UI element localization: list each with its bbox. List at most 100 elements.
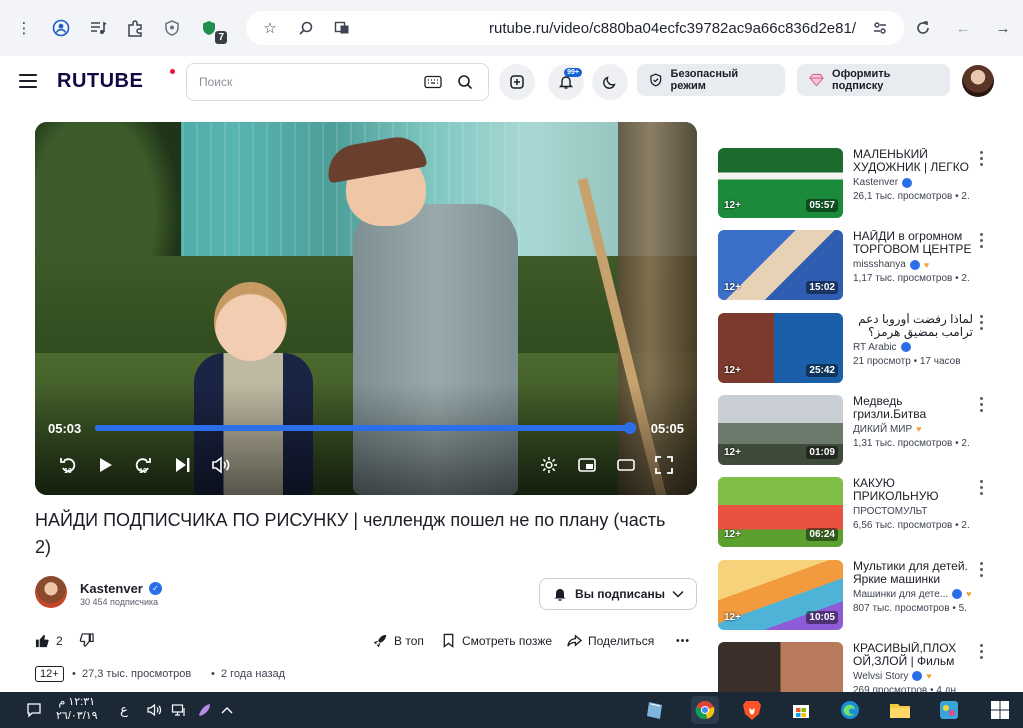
site-header: RUTUBE 99+ Безопасный режим Офо xyxy=(0,56,1023,110)
show-hidden-icons-chevron-up-icon[interactable] xyxy=(215,698,239,722)
start-button-windows-icon[interactable] xyxy=(986,696,1014,724)
extension-badge: 7 xyxy=(215,31,227,44)
recommendation-title[interactable]: Мультики для детей. Яркие машинки xyxy=(853,560,973,586)
recommendation-channel[interactable]: Welvsi Story ♥ xyxy=(853,671,932,682)
zoom-icon[interactable] xyxy=(292,14,320,42)
recommendation-title[interactable]: МАЛЕНЬКИЙ ХУДОЖНИК | ЛЕГКО ЛИ xyxy=(853,148,973,174)
recommendation-item[interactable]: 12+ 01:09 Медведь гризли.Битва медведей ДИК… xyxy=(718,394,1008,467)
back-arrow-icon[interactable]: ← xyxy=(949,14,977,42)
pen-tray-icon[interactable] xyxy=(192,698,216,722)
more-actions-button[interactable] xyxy=(675,633,690,648)
subscribe-button[interactable]: Вы подписаны xyxy=(539,578,697,610)
recommendation-title[interactable]: Медведь гризли.Битва медведей xyxy=(853,395,973,421)
shield-extension-icon[interactable] xyxy=(158,14,186,42)
to-top-button[interactable]: В топ xyxy=(373,633,424,648)
reload-icon[interactable] xyxy=(909,14,937,42)
channel-link[interactable]: Kastenver ✓ xyxy=(80,581,162,596)
recommendation-title[interactable]: КАКУЮ ПРИКОЛЬНУЮ ДОРОГУ xyxy=(853,477,973,503)
recommendation-thumbnail[interactable] xyxy=(718,641,843,692)
recommendation-channel[interactable]: ПРОСТОМУЛЬТ xyxy=(853,506,927,517)
adblock-extension-icon[interactable]: 7 xyxy=(195,14,227,44)
settings-button[interactable] xyxy=(536,452,562,478)
next-video-button[interactable] xyxy=(169,452,195,478)
site-settings-icon[interactable] xyxy=(866,14,894,42)
play-button[interactable] xyxy=(92,452,118,478)
system-clock[interactable]: ١٢:٣١ م ٢٦/٠٣/١٩ xyxy=(56,695,98,723)
rewind-10-button[interactable]: 10 xyxy=(55,452,81,478)
extensions-icon[interactable] xyxy=(121,14,149,42)
more-vertical-icon[interactable] xyxy=(976,478,986,496)
menu-dots-icon[interactable]: ⋮ xyxy=(10,14,38,42)
recommendation-channel[interactable]: RT Arabic xyxy=(853,342,911,353)
more-vertical-icon[interactable] xyxy=(976,231,986,249)
recommendation-title[interactable]: КРАСИВЫЙ,ПЛОХ ОЙ,ЗЛОЙ | Фильм xyxy=(853,642,973,668)
picture-in-picture-button[interactable] xyxy=(574,452,600,478)
recommendation-item[interactable]: 12+ 05:57 МАЛЕНЬКИЙ ХУДОЖНИК | ЛЕГКО ЛИ Kas… xyxy=(718,148,1008,220)
recommendation-thumbnail[interactable]: 12+ 01:09 xyxy=(718,394,843,465)
edge-app-icon[interactable] xyxy=(836,696,864,724)
notification-center-icon[interactable] xyxy=(22,698,46,722)
volume-tray-icon[interactable] xyxy=(142,698,166,722)
recommendation-channel[interactable]: Kastenver xyxy=(853,177,913,188)
rutube-logo[interactable]: RUTUBE xyxy=(57,70,143,93)
keyboard-icon[interactable] xyxy=(422,71,444,93)
recommendation-thumbnail[interactable]: 12+ 15:02 xyxy=(718,230,843,301)
search-input[interactable] xyxy=(199,75,412,89)
recommendation-thumbnail[interactable]: 12+ 06:24 xyxy=(718,477,843,548)
forward-10-button[interactable]: 10 xyxy=(130,452,156,478)
profile-icon[interactable] xyxy=(47,14,75,42)
recommendation-item[interactable]: 12+ 15:02 НАЙДИ в огромном ТОРГОВОМ ЦЕНТРЕ… xyxy=(718,230,1008,302)
recommendation-title[interactable]: НАЙДИ в огромном ТОРГОВОМ ЦЕНТРЕ xyxy=(853,230,973,256)
recommendation-thumbnail[interactable]: 12+ 10:05 xyxy=(718,559,843,630)
dislike-button[interactable] xyxy=(79,633,94,648)
recommendation-item[interactable]: КРАСИВЫЙ,ПЛОХ ОЙ,ЗЛОЙ | Фильм Welvsi Stor… xyxy=(718,641,1008,692)
network-tray-icon[interactable] xyxy=(167,698,191,722)
file-explorer-app-icon[interactable] xyxy=(886,696,914,724)
fullscreen-button[interactable] xyxy=(651,452,677,478)
recommendation-item[interactable]: 12+ 25:42 لماذا رفضت أوروبا دعم ترامب بمضي… xyxy=(718,312,1008,385)
recommendation-item[interactable]: 12+ 10:05 Мультики для детей. Яркие машинк… xyxy=(718,559,1008,632)
safe-mode-button[interactable]: Безопасный режим xyxy=(637,64,785,96)
more-vertical-icon[interactable] xyxy=(976,643,986,661)
progress-bar[interactable] xyxy=(95,422,636,434)
recommendation-thumbnail[interactable]: 12+ 25:42 xyxy=(718,312,843,383)
notifications-button[interactable]: 99+ xyxy=(548,64,584,100)
hamburger-menu-icon[interactable] xyxy=(19,74,37,88)
user-avatar[interactable] xyxy=(962,65,994,97)
brave-app-icon[interactable] xyxy=(738,696,766,724)
chrome-app-icon[interactable] xyxy=(691,696,719,724)
address-bar[interactable]: ☆ rutube.ru/video/c880ba04ecfc39782ac9a6… xyxy=(246,11,904,45)
more-vertical-icon[interactable] xyxy=(976,396,986,414)
theater-mode-button[interactable] xyxy=(613,452,639,478)
watch-later-button[interactable]: Смотреть позже xyxy=(441,633,552,648)
share-label: Поделиться xyxy=(588,633,655,648)
recommendation-item[interactable]: 12+ 06:24 КАКУЮ ПРИКОЛЬНУЮ ДОРОГУ ПРОСТОМУЛ… xyxy=(718,477,1008,549)
forward-arrow-icon[interactable]: → xyxy=(989,14,1017,42)
recommendation-channel[interactable]: ДИКИЙ МИР ♥ xyxy=(853,424,921,435)
more-vertical-icon[interactable] xyxy=(976,561,986,579)
star-icon[interactable]: ☆ xyxy=(256,14,284,42)
progress-knob[interactable] xyxy=(623,422,636,434)
channel-avatar[interactable] xyxy=(35,576,67,608)
subscription-offer-button[interactable]: Оформить подписку xyxy=(797,64,950,96)
share-button[interactable]: Поделиться xyxy=(567,633,654,648)
files-app-icon[interactable] xyxy=(641,696,669,724)
translate-icon[interactable] xyxy=(328,14,356,42)
video-player[interactable]: 05:03 05:05 10 10 xyxy=(35,122,697,495)
recommendation-channel[interactable]: Машинки для дете... ♥ xyxy=(853,589,972,600)
recommendation-channel[interactable]: missshanya ♥ xyxy=(853,259,929,270)
upload-button[interactable] xyxy=(499,64,535,100)
theme-toggle-button[interactable] xyxy=(592,64,628,100)
more-vertical-icon[interactable] xyxy=(976,314,986,332)
store-app-icon[interactable] xyxy=(787,696,815,724)
recommendation-thumbnail[interactable]: 12+ 05:57 xyxy=(718,148,843,218)
game-app-icon[interactable] xyxy=(935,696,963,724)
media-queue-icon[interactable] xyxy=(84,14,112,42)
like-button[interactable]: 2 xyxy=(35,633,63,648)
volume-button[interactable] xyxy=(207,452,233,478)
language-indicator[interactable]: ع xyxy=(112,698,136,722)
search-icon[interactable] xyxy=(454,71,476,93)
url-text[interactable]: rutube.ru/video/c880ba04ecfc39782ac9a66c… xyxy=(356,20,866,37)
more-vertical-icon[interactable] xyxy=(976,149,986,167)
recommendation-title[interactable]: لماذا رفضت أوروبا دعم ترامب بمضيق هرمز؟ xyxy=(853,313,973,339)
